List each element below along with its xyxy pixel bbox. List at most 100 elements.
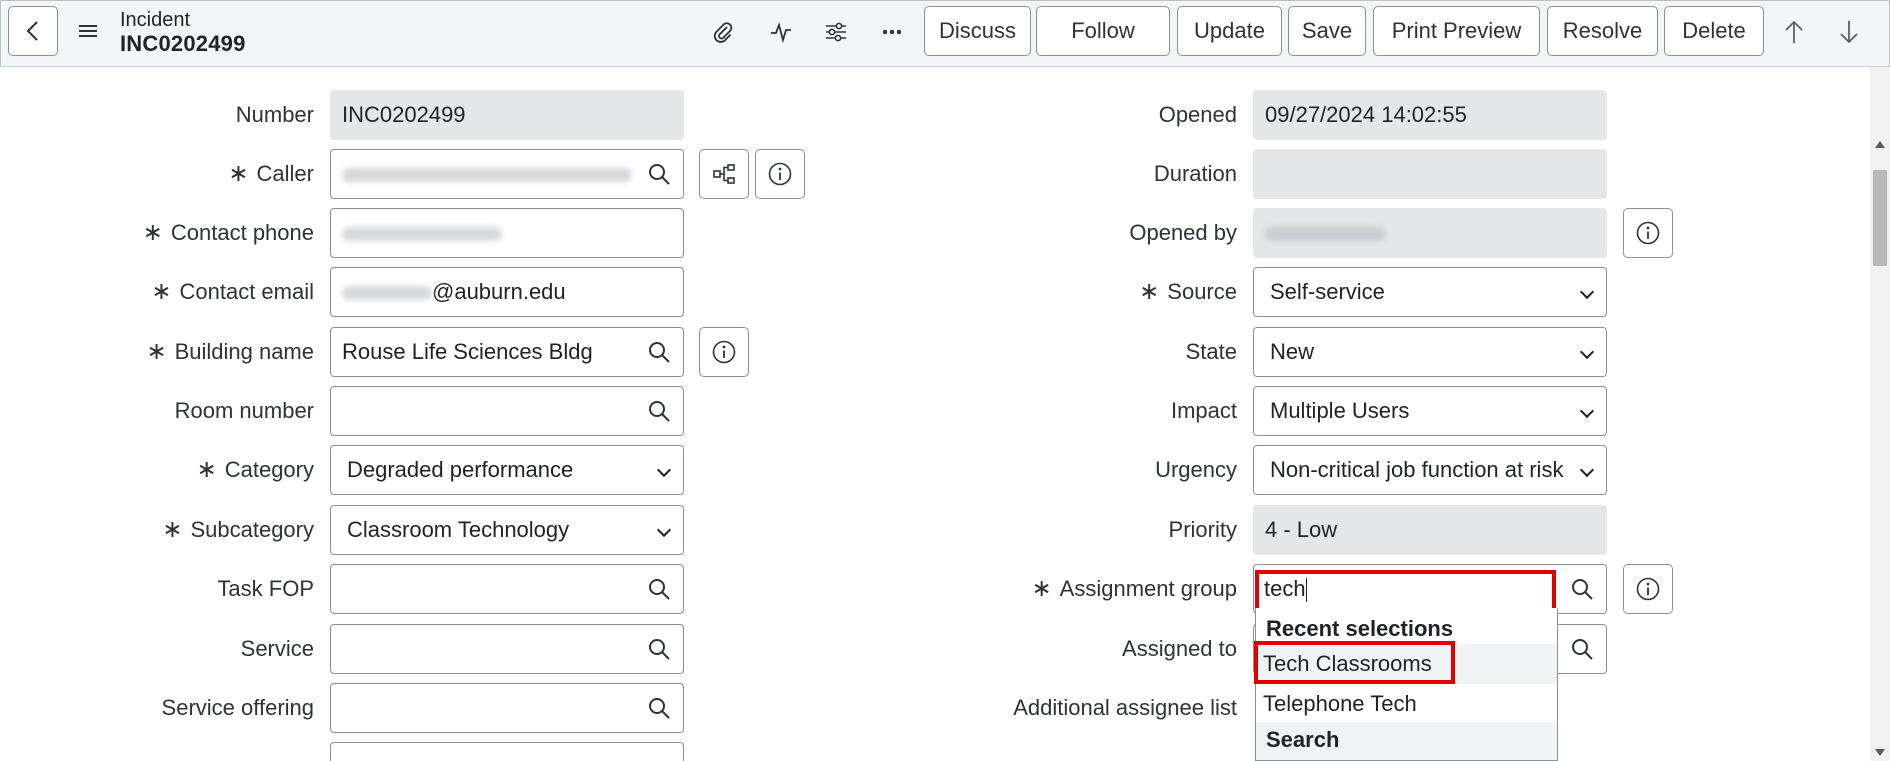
room-number-lookup-button[interactable]: [634, 386, 684, 436]
next-field-input-partial[interactable]: [330, 742, 635, 761]
back-button[interactable]: [8, 6, 58, 56]
assigned-to-lookup-button[interactable]: [1557, 624, 1607, 674]
sliders-settings-icon[interactable]: [822, 18, 850, 46]
dropdown-option-telephone-tech[interactable]: Telephone Tech: [1256, 684, 1557, 724]
record-title: Incident INC0202499: [120, 8, 246, 56]
contact-phone-label: ∗ Contact phone: [142, 219, 314, 246]
additional-assignee-list-label: Additional assignee list: [1013, 695, 1237, 720]
required-marker: ∗: [1139, 278, 1160, 305]
resolve-button[interactable]: Resolve: [1547, 6, 1658, 56]
required-marker: ∗: [228, 160, 249, 187]
search-icon: [1571, 579, 1593, 600]
record-number: INC0202499: [120, 31, 246, 56]
info-icon: [768, 162, 792, 186]
arrow-down-icon[interactable]: [1835, 18, 1863, 46]
print-preview-button[interactable]: Print Preview: [1373, 6, 1540, 56]
opened-by-label: Opened by: [1129, 220, 1237, 245]
task-fop-input[interactable]: [330, 564, 635, 614]
service-offering-label: Service offering: [161, 695, 314, 720]
required-marker: ∗: [162, 516, 183, 543]
caller-lookup-button[interactable]: [634, 149, 684, 199]
category-select[interactable]: Degraded performance: [330, 445, 684, 495]
activity-pulse-icon[interactable]: [767, 18, 795, 46]
more-options-icon[interactable]: [878, 18, 906, 46]
paperclip-icon[interactable]: [709, 18, 737, 46]
contact-email-input[interactable]: @auburn.edu: [330, 267, 684, 317]
assignment-group-label: ∗ Assignment group: [1031, 575, 1237, 602]
contact-phone-input[interactable]: [330, 208, 684, 258]
category-label: ∗ Category: [196, 456, 314, 483]
caller-input[interactable]: [330, 149, 635, 199]
search-icon: [648, 579, 670, 600]
assigned-to-label: Assigned to: [1122, 636, 1237, 661]
arrow-up-icon[interactable]: [1780, 18, 1808, 46]
impact-select[interactable]: Multiple Users: [1253, 386, 1607, 436]
opened-field: 09/27/2024 14:02:55: [1253, 90, 1607, 140]
next-field-lookup-partial[interactable]: [634, 742, 684, 761]
building-name-label: ∗ Building name: [146, 338, 314, 365]
required-marker: ∗: [142, 219, 163, 246]
follow-button[interactable]: Follow: [1036, 6, 1170, 56]
service-lookup-button[interactable]: [634, 624, 684, 674]
source-select[interactable]: Self-service: [1253, 267, 1607, 317]
state-select[interactable]: New: [1253, 327, 1607, 377]
required-marker: ∗: [146, 338, 167, 365]
building-name-input[interactable]: Rouse Life Sciences Bldg: [330, 327, 635, 377]
save-button[interactable]: Save: [1288, 6, 1366, 56]
impact-label: Impact: [1170, 398, 1237, 423]
duration-field: [1253, 149, 1607, 199]
chevron-left-icon: [26, 21, 38, 41]
scroll-thumb[interactable]: [1873, 170, 1887, 266]
room-number-label: Room number: [174, 398, 314, 423]
search-icon: [648, 342, 670, 363]
search-icon: [648, 164, 670, 185]
info-icon: [1636, 221, 1660, 245]
search-icon: [648, 639, 670, 660]
subcategory-select[interactable]: Classroom Technology: [330, 505, 684, 555]
state-label: State: [1185, 339, 1237, 364]
task-fop-lookup-button[interactable]: [634, 564, 684, 614]
info-icon: [712, 340, 736, 364]
service-label: Service: [240, 636, 314, 661]
building-info-button[interactable]: [699, 327, 749, 377]
hamburger-menu-icon[interactable]: [79, 23, 97, 41]
service-offering-lookup-button[interactable]: [634, 683, 684, 733]
duration-label: Duration: [1153, 161, 1237, 186]
assignment-group-autocomplete-dropdown: Recent selections Tech Classrooms Teleph…: [1255, 608, 1558, 761]
urgency-select[interactable]: Non-critical job function at risk: [1253, 445, 1607, 495]
number-label: Number: [235, 102, 314, 127]
search-icon: [1571, 639, 1593, 660]
recent-selections-heading: Recent selections: [1266, 616, 1454, 641]
search-icon: [648, 698, 670, 719]
scroll-up-arrow-icon[interactable]: [1875, 141, 1885, 148]
required-marker: ∗: [196, 456, 217, 483]
assignment-group-lookup-button[interactable]: [1557, 564, 1607, 614]
caller-label: ∗ Caller: [228, 160, 314, 187]
scroll-down-arrow-icon[interactable]: [1875, 749, 1885, 756]
delete-button[interactable]: Delete: [1664, 6, 1764, 56]
update-button[interactable]: Update: [1177, 6, 1282, 56]
service-offering-input[interactable]: [330, 683, 635, 733]
service-input[interactable]: [330, 624, 635, 674]
assignment-group-info-button[interactable]: [1623, 564, 1673, 614]
record-type: Incident: [120, 9, 191, 31]
hierarchy-icon: [713, 164, 735, 184]
page-scrollbar[interactable]: [1870, 67, 1890, 761]
info-icon: [1636, 577, 1660, 601]
task-fop-label: Task FOP: [217, 576, 314, 601]
priority-label: Priority: [1168, 517, 1237, 542]
opened-by-info-button[interactable]: [1623, 208, 1673, 258]
urgency-label: Urgency: [1155, 457, 1237, 482]
number-field: INC0202499: [330, 90, 684, 140]
discuss-button[interactable]: Discuss: [924, 6, 1031, 56]
caller-info-button[interactable]: [755, 149, 805, 199]
opened-label: Opened: [1158, 102, 1237, 127]
opened-by-field: [1253, 208, 1607, 258]
building-name-lookup-button[interactable]: [634, 327, 684, 377]
search-icon: [648, 401, 670, 422]
room-number-input[interactable]: [330, 386, 635, 436]
caller-hierarchy-button[interactable]: [699, 149, 749, 199]
form-header: Incident INC0202499 Discuss Follow Updat…: [0, 0, 1890, 67]
contact-email-label: ∗ Contact email: [151, 278, 314, 305]
subcategory-label: ∗ Subcategory: [162, 516, 314, 543]
